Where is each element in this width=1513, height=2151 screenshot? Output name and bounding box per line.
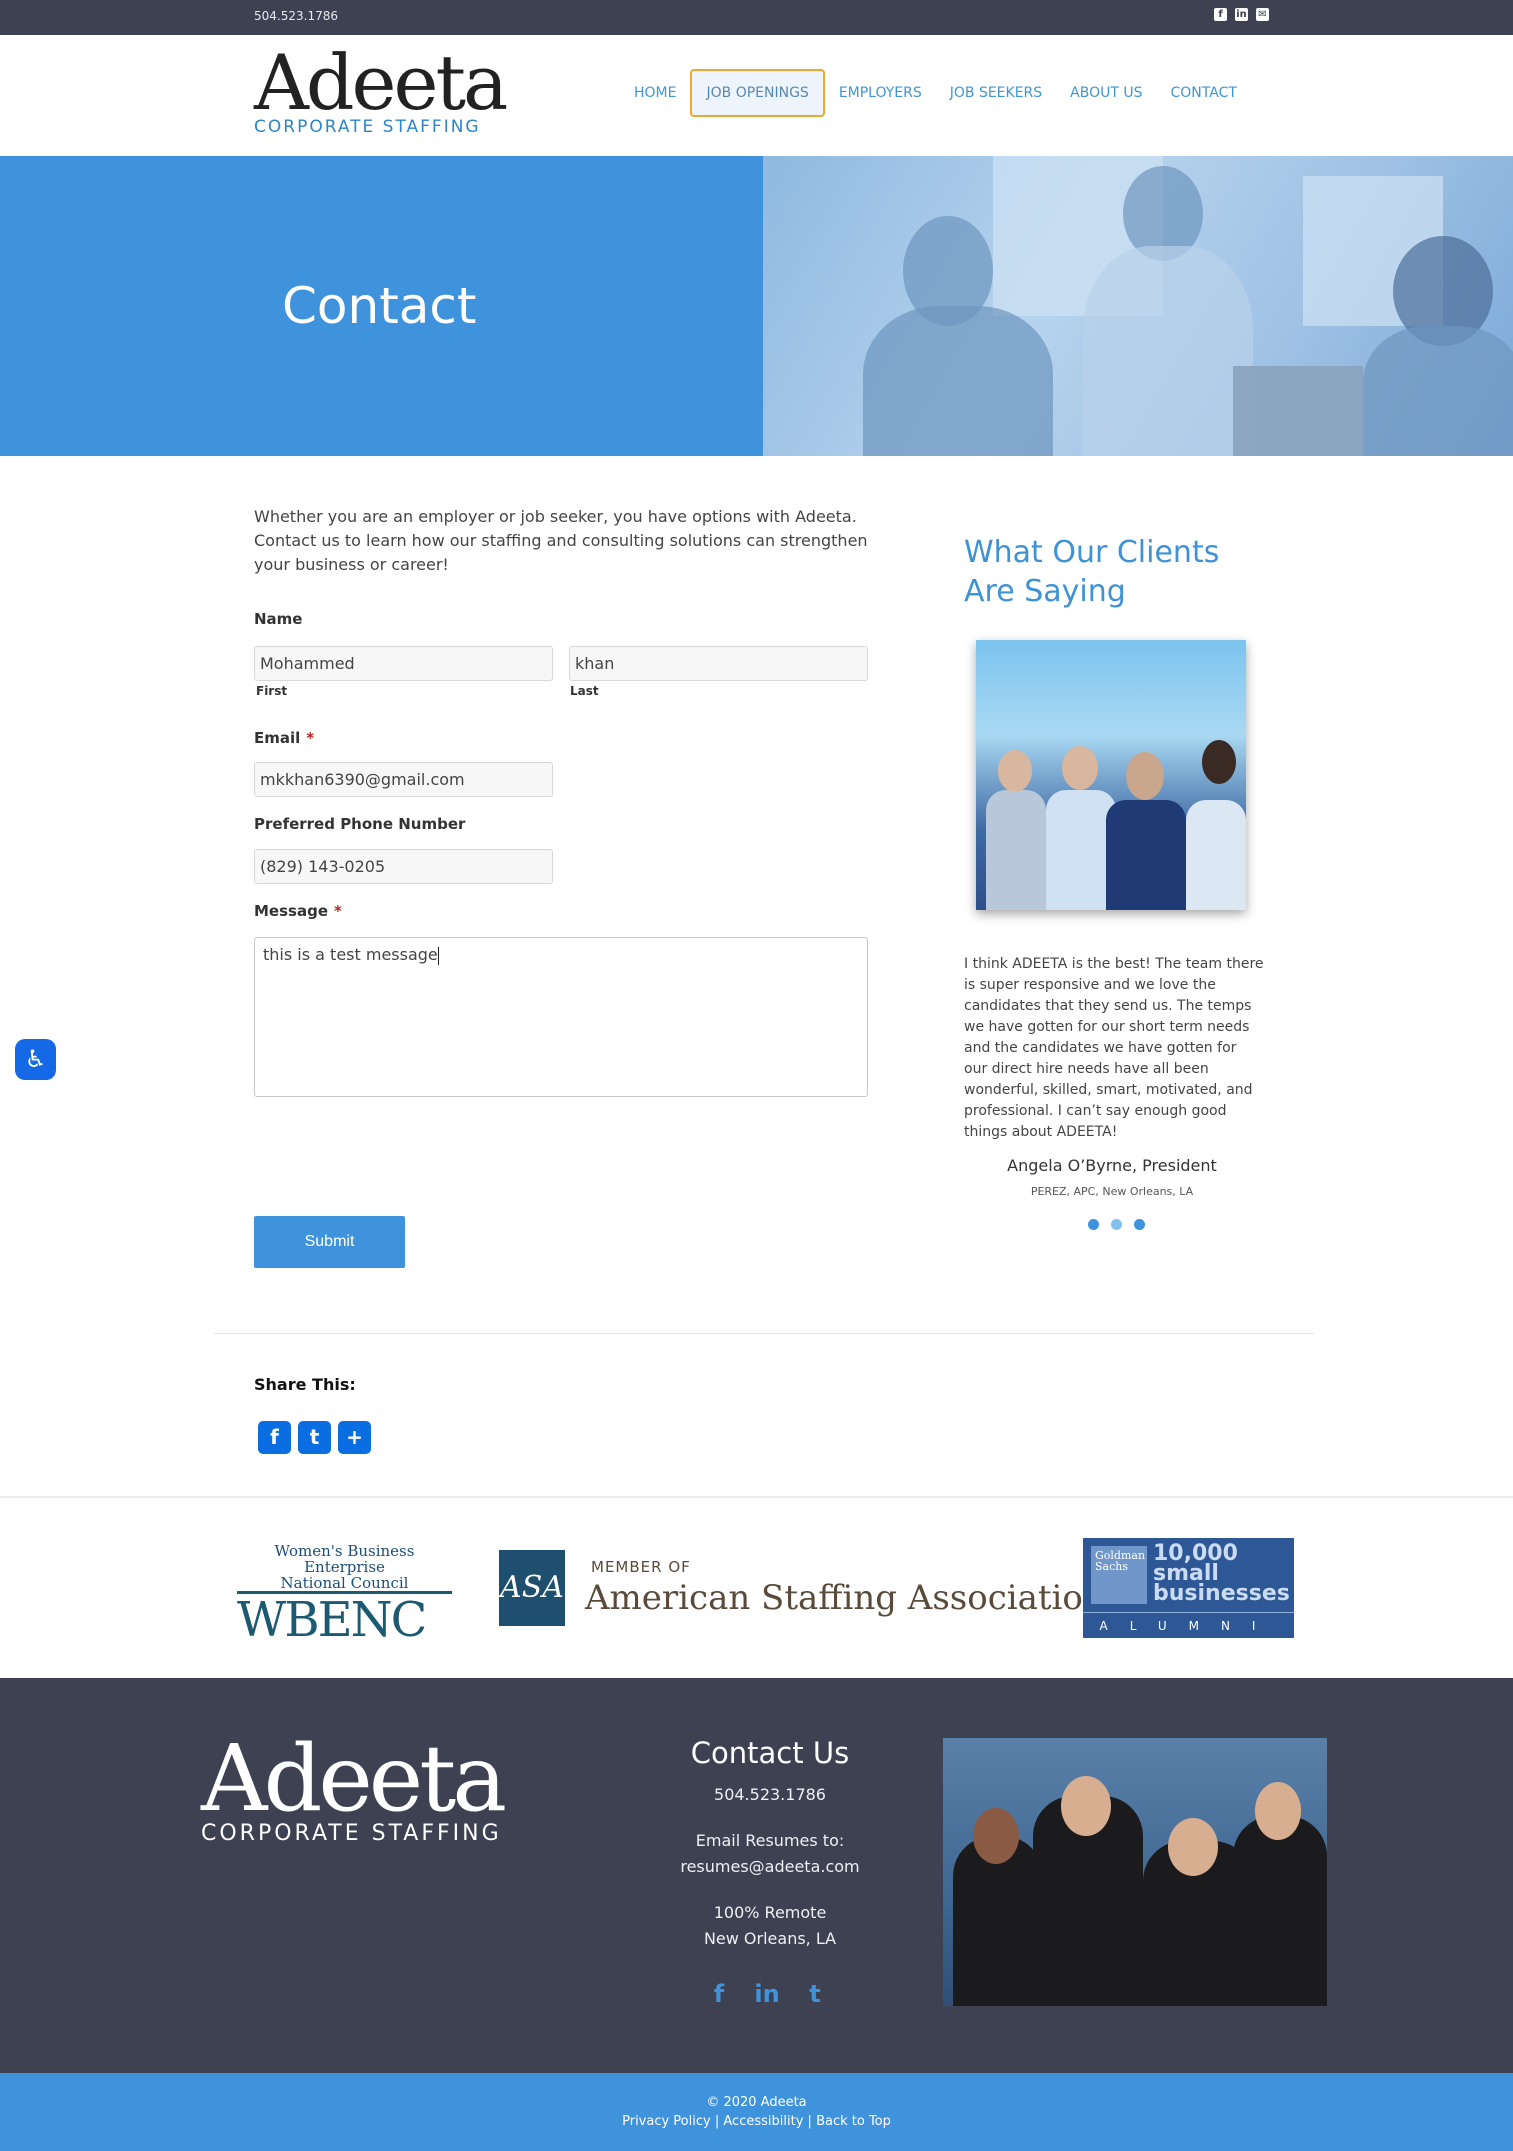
goldman-sachs-logo[interactable]: Goldman Sachs 10,000 small businesses ALUM… bbox=[1083, 1538, 1294, 1638]
linkedin-icon[interactable]: in bbox=[1235, 8, 1248, 21]
footer-email-label: Email Resumes to: bbox=[695, 1831, 845, 1850]
hero-banner: Contact bbox=[0, 156, 1513, 456]
footer-heading: Contact Us bbox=[690, 1736, 850, 1770]
heading-line-2: Are Saying bbox=[964, 574, 1126, 609]
nav-home[interactable]: HOME bbox=[620, 71, 690, 115]
testimonials-heading: What Our Clients Are Saying bbox=[964, 533, 1264, 611]
first-sublabel: First bbox=[256, 684, 288, 698]
testimonials: What Our Clients Are Saying I think ADEET… bbox=[964, 533, 1264, 1230]
accessibility-icon[interactable]: ♿ bbox=[15, 1039, 56, 1080]
share-plus-icon[interactable]: + bbox=[338, 1421, 371, 1454]
linkedin-icon[interactable]: in bbox=[753, 1980, 781, 2008]
site-header: Adeeta CORPORATE STAFFING HOME JOB OPENI… bbox=[0, 35, 1513, 156]
link-separator: | bbox=[807, 2114, 812, 2129]
asa-member-of: MEMBER OF bbox=[591, 1558, 691, 1576]
wbenc-line-2: National Council bbox=[280, 1574, 409, 1592]
last-name-field[interactable]: khan bbox=[569, 646, 868, 681]
intro-text: Whether you are an employer or job seeke… bbox=[254, 507, 868, 574]
bottom-bar: © 2020 Adeeta Privacy Policy | Accessibi… bbox=[0, 2073, 1513, 2151]
last-sublabel: Last bbox=[570, 684, 599, 698]
nav-employers[interactable]: EMPLOYERS bbox=[825, 71, 936, 115]
asa-logo[interactable]: ASA MEMBER OF American Staffing Associat… bbox=[499, 1550, 1105, 1630]
message-label: Message * bbox=[254, 902, 342, 920]
carousel-dots bbox=[1088, 1219, 1145, 1230]
testimonial-org: PEREZ, APC, New Orleans, LA bbox=[1030, 1185, 1194, 1198]
gs-alumni: ALUMNI bbox=[1083, 1612, 1294, 1633]
copyright: © 2020 Adeeta bbox=[706, 2095, 807, 2110]
footer-social: f in t bbox=[705, 1980, 829, 2008]
logo-wordmark: Adeeta bbox=[254, 38, 508, 127]
email-icon[interactable]: ✉ bbox=[1256, 8, 1269, 21]
section-divider bbox=[214, 1333, 1314, 1334]
message-label-text: Message bbox=[254, 902, 328, 920]
testimonial-author: Angela O’Byrne, President bbox=[1007, 1156, 1217, 1175]
page-title: Contact bbox=[282, 277, 477, 335]
top-bar: 504.523.1786 f in ✉ bbox=[0, 0, 1513, 35]
footer-logo[interactable]: Adeeta CORPORATE STAFFING bbox=[201, 1725, 507, 1847]
first-name-field[interactable]: Mohammed bbox=[254, 646, 553, 681]
message-text: this is a test message bbox=[263, 945, 438, 964]
submit-button[interactable]: Submit bbox=[254, 1216, 405, 1268]
share-icons: f t + bbox=[258, 1421, 371, 1454]
accessibility-link[interactable]: Accessibility bbox=[723, 2114, 803, 2129]
carousel-dot-3[interactable] bbox=[1134, 1219, 1145, 1230]
twitter-icon[interactable]: t bbox=[298, 1421, 331, 1454]
privacy-policy-link[interactable]: Privacy Policy bbox=[622, 2114, 711, 2129]
link-separator: | bbox=[714, 2114, 720, 2129]
wbenc-line-1: Women's Business Enterprise bbox=[274, 1542, 415, 1576]
back-to-top-link[interactable]: Back to Top bbox=[816, 2114, 891, 2129]
name-label: Name bbox=[254, 610, 303, 628]
facebook-icon[interactable]: f bbox=[258, 1421, 291, 1454]
phone-field[interactable]: (829) 143-0205 bbox=[254, 849, 553, 884]
site-footer: Adeeta CORPORATE STAFFING Contact Us 504… bbox=[0, 1678, 1513, 2073]
asa-mark: ASA bbox=[499, 1550, 565, 1626]
email-label: Email * bbox=[254, 729, 314, 747]
footer-remote: 100% Remote bbox=[713, 1903, 827, 1922]
logo-tagline: CORPORATE STAFFING bbox=[254, 117, 481, 137]
carousel-dot-1[interactable] bbox=[1088, 1219, 1099, 1230]
twitter-icon[interactable]: t bbox=[801, 1980, 829, 2008]
nav-job-openings[interactable]: JOB OPENINGS bbox=[690, 69, 825, 117]
email-label-text: Email bbox=[254, 729, 301, 747]
footer-location: New Orleans, LA bbox=[703, 1929, 837, 1948]
carousel-dot-2[interactable] bbox=[1111, 1219, 1122, 1230]
wbenc-logo[interactable]: Women's Business Enterprise National Cou… bbox=[237, 1542, 452, 1646]
gs-mark: Goldman Sachs bbox=[1091, 1546, 1147, 1604]
nav-contact[interactable]: CONTACT bbox=[1157, 71, 1251, 115]
nav-job-seekers[interactable]: JOB SEEKERS bbox=[936, 71, 1056, 115]
footer-tagline: CORPORATE STAFFING bbox=[201, 1821, 502, 1846]
footer-email[interactable]: resumes@adeeta.com bbox=[620, 1854, 920, 1880]
gs-headline: 10,000 small businesses bbox=[1153, 1541, 1290, 1606]
footer-wordmark: Adeeta bbox=[201, 1725, 507, 1832]
heading-line-1: What Our Clients bbox=[964, 535, 1220, 570]
team-photo bbox=[943, 1738, 1327, 2006]
asa-name: American Staffing Association bbox=[585, 1578, 1105, 1618]
phone-label: Preferred Phone Number bbox=[254, 815, 466, 833]
share-label: Share This: bbox=[254, 1375, 356, 1394]
wbenc-wordmark: WBENC bbox=[237, 1591, 452, 1646]
facebook-icon[interactable]: f bbox=[1214, 8, 1227, 21]
footer-phone[interactable]: 504.523.1786 bbox=[620, 1782, 920, 1808]
hero-photo bbox=[763, 156, 1513, 456]
main-nav: HOME JOB OPENINGS EMPLOYERS JOB SEEKERS … bbox=[620, 69, 1251, 117]
facebook-icon[interactable]: f bbox=[705, 1980, 733, 2008]
site-logo[interactable]: Adeeta CORPORATE STAFFING bbox=[254, 38, 508, 138]
required-mark: * bbox=[334, 902, 342, 920]
top-social: f in ✉ bbox=[1214, 8, 1269, 21]
footer-contact: Contact Us 504.523.1786 Email Resumes to… bbox=[620, 1736, 920, 1952]
bottom-links: Privacy Policy | Accessibility | Back to… bbox=[0, 2114, 1513, 2129]
email-field[interactable]: mkkhan6390@gmail.com bbox=[254, 762, 553, 797]
nav-about-us[interactable]: ABOUT US bbox=[1056, 71, 1156, 115]
required-mark: * bbox=[306, 729, 315, 747]
testimonial-photo bbox=[976, 640, 1246, 910]
top-phone[interactable]: 504.523.1786 bbox=[254, 9, 338, 23]
partner-logos: Women's Business Enterprise National Cou… bbox=[0, 1498, 1513, 1678]
testimonial-quote: I think ADEETA is the best! The team the… bbox=[964, 956, 1264, 1140]
message-textarea[interactable]: this is a test message bbox=[254, 937, 868, 1097]
text-caret bbox=[437, 946, 439, 965]
contact-form-section: Whether you are an employer or job seeke… bbox=[254, 505, 869, 577]
